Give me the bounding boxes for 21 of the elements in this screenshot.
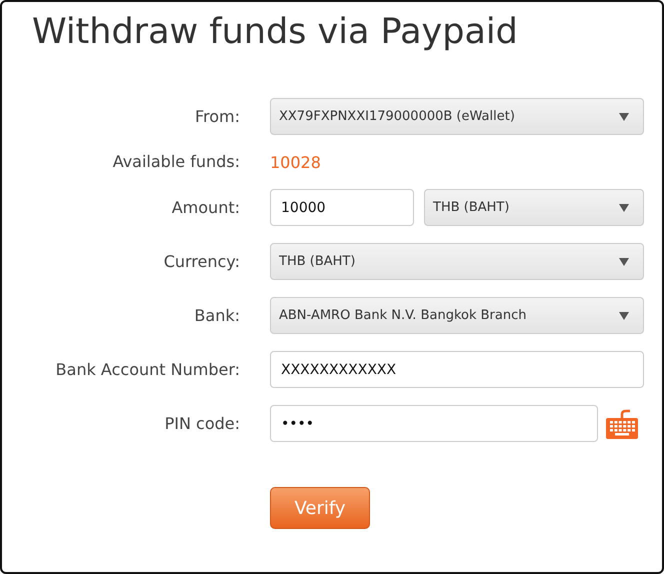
dropdown[interactable]: THB (BAHT): [270, 243, 644, 280]
field-label: PIN code:: [164, 414, 240, 434]
field-label: Bank:: [193, 306, 240, 326]
caret-icon: [619, 312, 629, 320]
amount-field[interactable]: 10000: [270, 189, 414, 226]
keyboard-icon[interactable]: [604, 408, 640, 440]
field-label: Available funds:: [112, 152, 240, 172]
pin-field[interactable]: ••••: [270, 405, 598, 442]
dropdown[interactable]: ABN-AMRO Bank N.V. Bangkok Branch: [270, 297, 644, 334]
field-label: Amount:: [170, 198, 240, 218]
available-funds-value: 10028: [270, 152, 322, 172]
field-label: Currency:: [162, 252, 240, 272]
input-field[interactable]: XXXXXXXXXXXX: [270, 351, 644, 388]
caret-icon: [619, 204, 629, 212]
caret-icon: [619, 258, 629, 266]
caret-icon: [619, 112, 629, 120]
page-title: Withdraw funds via Paypaid: [32, 12, 519, 52]
dropdown[interactable]: XX79FXPNXXI179000000B (eWallet): [270, 98, 644, 135]
field-label: Bank Account Number:: [54, 360, 240, 380]
dropdown[interactable]: THB (BAHT): [424, 189, 644, 226]
field-label: From:: [194, 106, 240, 126]
